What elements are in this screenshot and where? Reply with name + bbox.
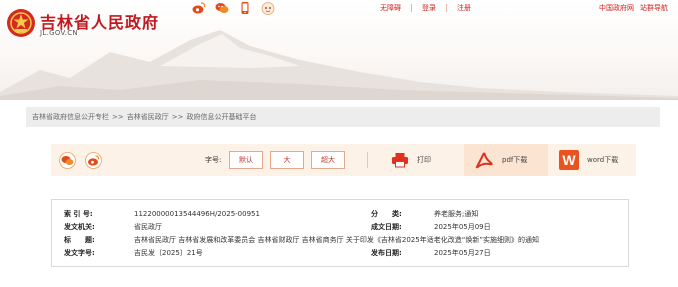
info-row: 发文机关: 省民政厅 成文日期: 2025年05月09日 [52, 221, 628, 233]
svg-text:W: W [562, 152, 576, 168]
site-group-nav-link[interactable]: 站群导航 [640, 3, 668, 13]
assistant-icon[interactable] [261, 1, 275, 15]
print-button[interactable]: 打印 [391, 144, 461, 176]
font-size-xlarge-button[interactable]: 超大 [311, 151, 345, 169]
issuer-value: 省民政厅 [134, 223, 162, 231]
national-emblem-logo[interactable] [6, 8, 36, 38]
external-links: 中国政府网 站群导航 [599, 3, 668, 13]
title-value: 吉林省民政厅 吉林省发展和改革委员会 吉林省财政厅 吉林省商务厅 关于印发《吉林… [134, 236, 539, 244]
publish-date-value: 2025年05月27日 [434, 249, 491, 257]
info-row: 发文字号: 吉民发〔2025〕21号 发布日期: 2025年05月27日 [52, 247, 628, 259]
publish-date-label: 发布日期: [371, 249, 402, 257]
divider [411, 4, 412, 12]
login-link[interactable]: 登录 [422, 3, 436, 13]
document-info-table: 索 引 号: 11220000013544496H/2025-00951 分 类… [51, 199, 629, 267]
accessibility-link[interactable]: 无障碍 [380, 3, 401, 13]
pdf-icon [475, 152, 493, 169]
wechat-icon[interactable] [215, 1, 229, 15]
breadcrumb-separator: >> [171, 113, 184, 121]
china-gov-link[interactable]: 中国政府网 [599, 3, 634, 13]
register-link[interactable]: 注册 [457, 3, 471, 13]
weibo-share-icon[interactable] [85, 152, 102, 169]
article-toolbar: 字号: 默认 大 超大 打印 pdf下载 W word下载 [51, 144, 636, 176]
document-number-label: 发文字号: [64, 249, 95, 257]
font-size-large-button[interactable]: 大 [270, 151, 304, 169]
pdf-label: pdf下载 [502, 156, 528, 164]
breadcrumb-separator: >> [112, 113, 124, 121]
written-date-label: 成文日期: [371, 223, 402, 231]
font-size-default-button[interactable]: 默认 [229, 151, 263, 169]
word-download-button[interactable]: W word下载 [559, 144, 633, 176]
document-number-value: 吉民发〔2025〕21号 [134, 249, 203, 257]
divider [446, 4, 447, 12]
font-size-label: 字号: [205, 156, 222, 164]
printer-icon [392, 153, 408, 168]
info-row: 索 引 号: 11220000013544496H/2025-00951 分 类… [52, 208, 628, 220]
word-icon: W [559, 150, 579, 170]
index-number-value: 11220000013544496H/2025-00951 [134, 210, 260, 218]
wechat-share-icon[interactable] [59, 152, 76, 169]
print-label: 打印 [417, 156, 431, 164]
site-header: 吉林省人民政府 JL.GOV.CN 无障碍 登录 注册 中国政府网 站群导航 [0, 0, 678, 100]
weibo-icon[interactable] [192, 1, 206, 15]
pdf-download-button[interactable]: pdf下载 [464, 144, 548, 176]
breadcrumb-item[interactable]: 政府信息公开基础平台 [186, 112, 256, 122]
index-number-label: 索 引 号: [64, 210, 93, 218]
mobile-icon[interactable] [238, 1, 252, 15]
site-domain: JL.GOV.CN [40, 29, 78, 37]
breadcrumb-item[interactable]: 吉林省政府信息公开专栏 [32, 112, 109, 122]
breadcrumb-item[interactable]: 吉林省民政厅 [127, 112, 169, 122]
issuer-label: 发文机关: [64, 223, 95, 231]
info-row: 标 题: 吉林省民政厅 吉林省发展和改革委员会 吉林省财政厅 吉林省商务厅 关于… [52, 234, 628, 246]
category-value: 养老服务;通知 [434, 210, 479, 218]
top-links: 无障碍 登录 注册 [380, 3, 471, 13]
title-label: 标 题: [64, 236, 95, 244]
divider [367, 152, 368, 168]
breadcrumb: 吉林省政府信息公开专栏 >> 吉林省民政厅 >> 政府信息公开基础平台 [26, 107, 660, 127]
share-icon-group [192, 0, 275, 16]
written-date-value: 2025年05月09日 [434, 223, 491, 231]
word-label: word下载 [587, 156, 619, 164]
category-label: 分 类: [371, 210, 402, 218]
